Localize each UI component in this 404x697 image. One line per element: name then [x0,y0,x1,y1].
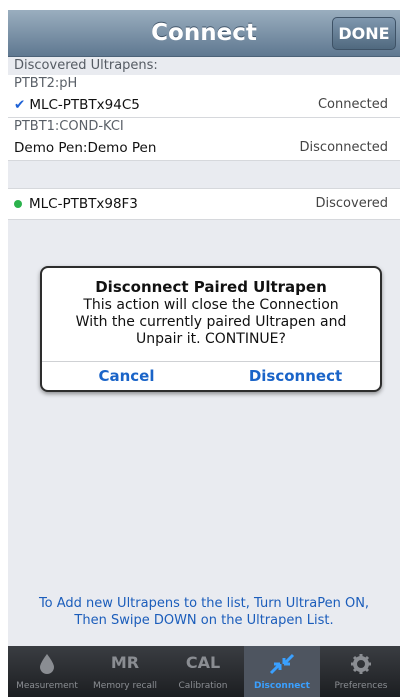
cal-icon: CAL [185,653,221,672]
disconnect-alert-dialog: Disconnect Paired Ultrapen This action w… [40,266,382,392]
tab-disconnect[interactable]: Disconnect [244,646,320,697]
tab-preferences[interactable]: Preferences [322,646,400,697]
tab-label: Memory recall [93,681,157,691]
alert-button-row: Cancel Disconnect [42,361,380,390]
drop-icon [8,646,86,680]
tab-calibration[interactable]: CAL Calibration [164,646,242,697]
app-screen: Connect DONE Discovered Ultrapens: PTBT2… [8,10,400,697]
cancel-button[interactable]: Cancel [42,362,211,390]
tab-label: Disconnect [254,681,310,691]
tab-measurement[interactable]: Measurement [8,646,86,697]
disconnect-arrows-icon [244,646,320,680]
tab-label: Preferences [334,681,388,691]
tab-label: Calibration [178,681,228,691]
instruction-hint: To Add new Ultrapens to the list, Turn U… [38,596,370,628]
top-cropped-fragment [8,0,68,10]
tab-bar: Measurement MR Memory recall CAL Calibra… [8,646,400,697]
disconnect-button[interactable]: Disconnect [211,362,380,390]
alert-message: This action will close the Connection Wi… [75,297,347,347]
gear-icon [322,646,400,680]
mr-icon: MR [110,653,140,672]
tab-memory-recall[interactable]: MR Memory recall [86,646,164,697]
tab-label: Measurement [16,681,78,691]
alert-title: Disconnect Paired Ultrapen [95,278,327,296]
